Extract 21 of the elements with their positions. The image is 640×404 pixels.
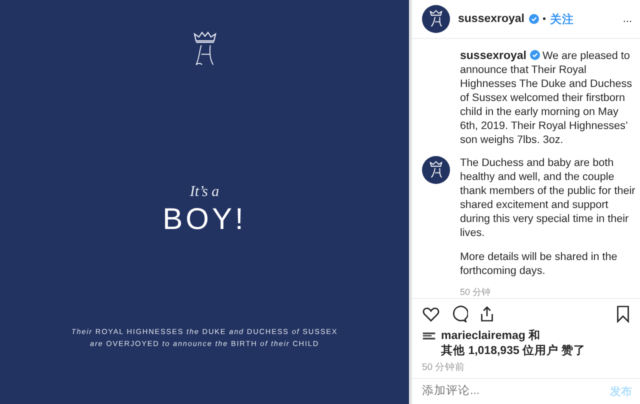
more-button[interactable]: ... [622, 13, 632, 25]
likes-count[interactable]: 其他 1,018,935 位用户 赞了 [441, 343, 586, 358]
username-link[interactable]: sussexroyal [460, 50, 526, 62]
avatar-icon[interactable] [422, 5, 450, 33]
share-icon[interactable] [478, 305, 496, 323]
comment-icon[interactable] [450, 305, 468, 323]
headline-text: BOY! [162, 203, 246, 237]
username-link[interactable]: sussexroyal [458, 13, 524, 25]
caption-text: More details will be shared in the forthcoming days. [460, 250, 618, 278]
caption-text: sussexroyal We are pleased to announce that Their Royal Highnesses The Duke and Duchess of Sussex welcomed their firstborn child in the early morning on May 6th, 2019. Their Royal Highnesses’ son weighs 7lbs. 3oz. [460, 49, 634, 147]
kicker-text: It’s a [190, 184, 220, 201]
bookmark-icon[interactable] [614, 305, 632, 323]
likes-text: 和 [528, 330, 541, 342]
comment-time: 50 分钟 [459, 287, 492, 298]
username-link[interactable]: marieclairemag [441, 330, 526, 342]
caption-text: The Duchess and baby are both healthy and well, and the couple thank members of the public for their shared excitement and support during this very special time in their lives. [460, 156, 636, 240]
avatar-icon[interactable] [422, 156, 450, 184]
liker-avatar-icon [422, 331, 436, 341]
post-time: 50 分钟前 [421, 361, 466, 375]
separator-dot: • [542, 14, 546, 24]
like-icon[interactable] [422, 305, 440, 323]
